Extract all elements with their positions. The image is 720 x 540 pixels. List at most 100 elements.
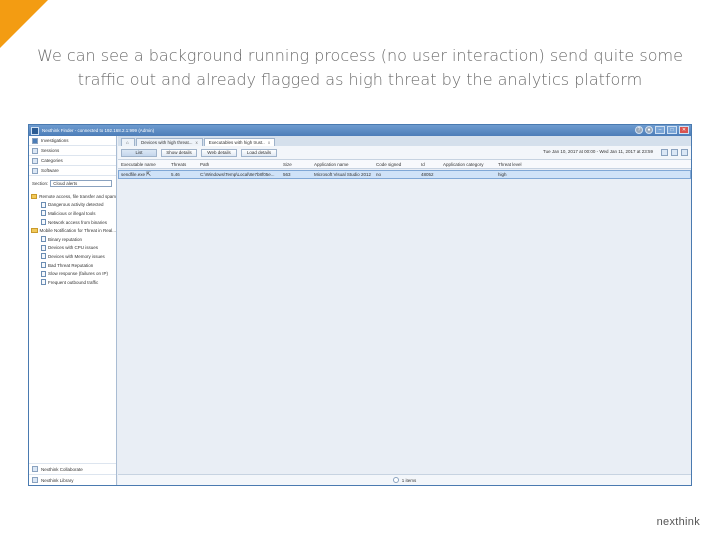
tree-label: Network access from binaries	[48, 219, 108, 225]
item-count: 1 items	[401, 477, 417, 483]
alert-icon	[41, 201, 46, 208]
column-header[interactable]: Id	[421, 162, 443, 167]
app-window: Nexthink Finder - connected to 192.168.2…	[28, 124, 692, 486]
tree-item[interactable]: Dangerous activity detected	[29, 201, 116, 210]
tree-item[interactable]: Devices with CPU issues	[29, 244, 116, 253]
sidebar-item-label: Nexthink Collaborate	[41, 466, 83, 472]
column-header[interactable]: Executable name	[121, 162, 171, 167]
tab-label: Executables with high trust..	[208, 140, 265, 145]
table-cell: no	[376, 172, 382, 177]
table-cell: C:\Windows\Temp\Local\8e7b8f05e...	[200, 172, 275, 177]
window-controls: ? ● – □ ✕	[635, 126, 689, 134]
corner-accent	[0, 0, 48, 48]
tree-label: Remote access, file transfer and spam	[39, 193, 116, 199]
toolbar-icons	[661, 149, 688, 156]
table-empty-area	[118, 179, 691, 474]
toolbar: List Show details Web details Load detai…	[118, 146, 691, 160]
column-header[interactable]: Threat level	[498, 162, 538, 167]
sidebar-item-categories[interactable]: Categories	[29, 156, 116, 166]
investigations-icon	[32, 137, 38, 144]
collaborate-icon	[32, 466, 38, 472]
tree-label: Binary reputation	[48, 236, 83, 242]
alert-icon	[41, 279, 46, 286]
table-row[interactable]: sendfile.exe⇱ 5.46 C:\Windows\Temp\Local…	[118, 170, 691, 179]
status-icon[interactable]: ●	[645, 126, 653, 134]
list-button[interactable]: List	[121, 148, 157, 157]
categories-icon	[32, 157, 38, 164]
alert-icon	[41, 236, 46, 243]
sidebar-item-label: Categories	[41, 158, 63, 163]
tab-devices-high-threat[interactable]: Devices with high threat... x	[136, 138, 203, 146]
tree-label: Frequent outbound traffic	[48, 279, 99, 285]
help-icon[interactable]: ?	[635, 126, 643, 134]
tree-label: Devices with Memory issues	[48, 253, 105, 259]
tree-label: Devices with CPU issues	[48, 245, 99, 251]
column-header[interactable]: Application category	[443, 162, 498, 167]
sidebar-item-label: Sessions	[41, 148, 60, 153]
close-icon[interactable]: x	[196, 140, 198, 145]
library-icon	[32, 477, 38, 483]
cell-text: sendfile.exe	[121, 172, 146, 177]
column-header[interactable]: Threats	[171, 162, 200, 167]
sidebar-item-sessions[interactable]: Sessions	[29, 146, 116, 156]
alert-icon	[41, 253, 46, 260]
home-icon: ⌂	[126, 140, 129, 145]
table-cell: high	[498, 172, 507, 177]
section-selector: Section: Cloud alerts	[29, 178, 116, 188]
sidebar-bottom: Nexthink Collaborate Nexthink Library	[29, 463, 116, 485]
status-bar: 1 items	[118, 474, 691, 485]
alert-icon	[41, 262, 46, 269]
minimize-button[interactable]: –	[655, 126, 665, 134]
sidebar-item-investigations[interactable]: Investigations	[29, 136, 116, 146]
column-header[interactable]: Code signed	[376, 162, 421, 167]
section-dropdown[interactable]: Cloud alerts	[50, 179, 113, 187]
alert-icon	[41, 244, 46, 251]
cursor-icon: ⇱	[146, 172, 152, 178]
sidebar-item-label: Software	[41, 168, 59, 173]
sidebar-item-label: Investigations	[41, 138, 69, 143]
sidebar-item-collaborate[interactable]: Nexthink Collaborate	[29, 463, 116, 474]
tree-item[interactable]: Binary reputation	[29, 235, 116, 244]
tree-folder[interactable]: Mobile Notification for Threat in Real..…	[29, 226, 116, 235]
tree-folder[interactable]: Remote access, file transfer and spam	[29, 192, 116, 201]
tab-bar: ⌂ Devices with high threat... x Executab…	[118, 136, 691, 146]
column-header[interactable]: Size	[283, 162, 314, 167]
info-icon	[392, 477, 399, 483]
web-details-button[interactable]: Web details	[201, 148, 237, 157]
tree-item[interactable]: Malicious or illegal tools	[29, 209, 116, 218]
tree-item[interactable]: Network access from binaries	[29, 218, 116, 227]
column-header[interactable]: Path	[200, 162, 283, 167]
load-details-button[interactable]: Load details	[241, 148, 277, 157]
show-details-button[interactable]: Show details	[161, 148, 197, 157]
tree-item[interactable]: Slow response (failures on IP)	[29, 269, 116, 278]
software-icon	[32, 167, 38, 174]
tab-executables[interactable]: Executables with high trust.. x	[203, 138, 276, 146]
title-bar: Nexthink Finder - connected to 192.168.2…	[29, 125, 691, 136]
timeframe-selector[interactable]: Tue Jan 10, 2017 at 00:00 - Wed Jan 11, …	[543, 149, 653, 154]
maximize-button[interactable]: □	[667, 126, 677, 134]
table-cell: 5.46	[171, 172, 180, 177]
slide-caption: We can see a background running process …	[37, 46, 683, 89]
sidebar-item-software[interactable]: Software	[29, 166, 116, 176]
settings-icon[interactable]	[681, 149, 688, 156]
table-header: Executable name Threats Path Size Applic…	[118, 160, 691, 169]
tree-item[interactable]: Devices with Memory issues	[29, 252, 116, 261]
close-button[interactable]: ✕	[679, 126, 689, 134]
tab-home[interactable]: ⌂	[121, 138, 135, 146]
app-icon	[31, 126, 39, 135]
table-cell: 48052	[421, 172, 434, 177]
alert-icon	[41, 270, 46, 277]
alert-tree: Remote access, file transfer and spam Da…	[29, 192, 116, 287]
tree-label: Bad Threat Reputation	[48, 262, 94, 268]
folder-icon	[31, 228, 38, 234]
tab-label: Devices with high threat...	[141, 140, 193, 145]
refresh-icon[interactable]	[661, 149, 668, 156]
nexthink-logo: nexthink	[656, 516, 700, 528]
sidebar-item-library[interactable]: Nexthink Library	[29, 474, 116, 485]
export-icon[interactable]	[671, 149, 678, 156]
tree-item[interactable]: Frequent outbound traffic	[29, 278, 116, 287]
tree-item[interactable]: Bad Threat Reputation	[29, 261, 116, 270]
close-icon[interactable]: x	[268, 140, 270, 145]
column-header[interactable]: Application name	[314, 162, 376, 167]
tree-label: Slow response (failures on IP)	[48, 271, 109, 277]
